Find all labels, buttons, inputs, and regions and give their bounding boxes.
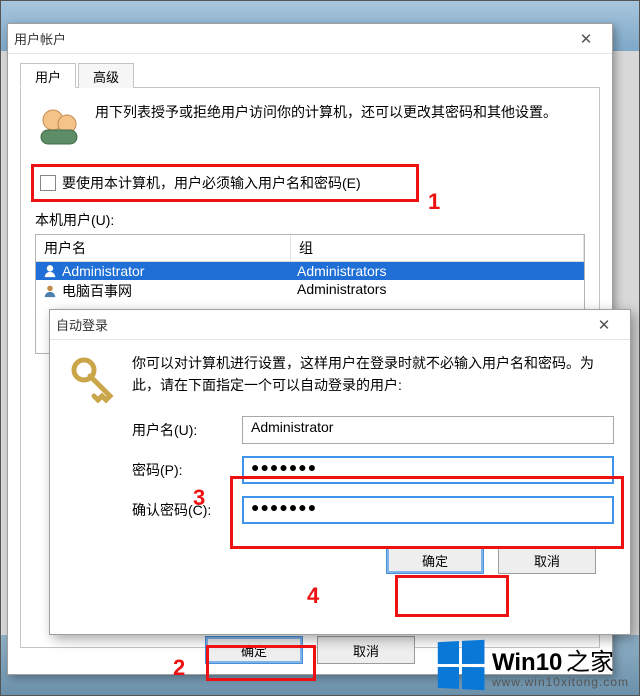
dialog-title: 自动登录 [56, 315, 584, 334]
require-password-row: 要使用本计算机，用户必须输入用户名和密码(E) [31, 164, 419, 202]
annotation-3: 3 [193, 485, 205, 511]
keys-icon [66, 352, 118, 404]
tab-users[interactable]: 用户 [20, 63, 76, 88]
user-icon [42, 263, 58, 279]
watermark-logo: Win10 之家 www.win10xitong.com [436, 641, 629, 689]
annotation-1: 1 [428, 189, 440, 215]
intro-text: 用下列表授予或拒绝用户访问你的计算机，还可以更改其密码和其他设置。 [95, 102, 585, 123]
close-icon[interactable]: ✕ [566, 28, 606, 50]
cancel-button[interactable]: 取消 [498, 546, 596, 574]
row-username: 电脑百事网 [62, 281, 132, 301]
logo-brand: Win10 [492, 649, 562, 676]
titlebar: 自动登录 ✕ [50, 310, 630, 340]
auto-login-dialog: 自动登录 ✕ 你可以对计算机进行设置，这样用户在登录时就不必输入用户名和密码。为… [49, 309, 631, 635]
require-password-label: 要使用本计算机，用户必须输入用户名和密码(E) [62, 173, 361, 193]
list-row[interactable]: Administrator Administrators [36, 262, 584, 280]
col-username[interactable]: 用户名 [36, 235, 291, 261]
col-group[interactable]: 组 [291, 235, 584, 261]
users-group-icon [35, 102, 83, 150]
password-label: 密码(P): [132, 460, 242, 480]
annotation-box-2 [206, 645, 316, 681]
username-label: 用户名(U): [132, 420, 242, 440]
list-header: 用户名 组 [36, 235, 584, 262]
list-label: 本机用户(U): [35, 210, 585, 230]
list-row[interactable]: 电脑百事网 Administrators [36, 280, 584, 302]
row-group: Administrators [291, 262, 584, 280]
cancel-button[interactable]: 取消 [317, 636, 415, 664]
row-username: Administrator [62, 263, 144, 279]
annotation-4: 4 [307, 583, 319, 609]
annotation-2: 2 [173, 655, 185, 681]
row-group: Administrators [291, 280, 584, 302]
tabs: 用户 高级 [20, 62, 600, 88]
user-icon [42, 283, 58, 299]
windows-icon [438, 640, 485, 690]
annotation-box-4 [395, 575, 509, 617]
username-input[interactable]: Administrator [242, 416, 614, 444]
ok-button[interactable]: 确定 [386, 546, 484, 574]
tab-advanced[interactable]: 高级 [78, 63, 134, 88]
annotation-box-3 [230, 476, 624, 549]
logo-sub: 之家 [566, 649, 614, 676]
intro-text: 你可以对计算机进行设置，这样用户在登录时就不必输入用户名和密码。为此，请在下面指… [132, 352, 614, 404]
titlebar: 用户帐户 ✕ [8, 24, 612, 54]
confirm-password-label: 确认密码(C): [132, 500, 242, 520]
require-password-checkbox[interactable] [40, 175, 56, 191]
logo-url: www.win10xitong.com [492, 675, 629, 689]
dialog-title: 用户帐户 [14, 29, 566, 48]
close-icon[interactable]: ✕ [584, 314, 624, 336]
